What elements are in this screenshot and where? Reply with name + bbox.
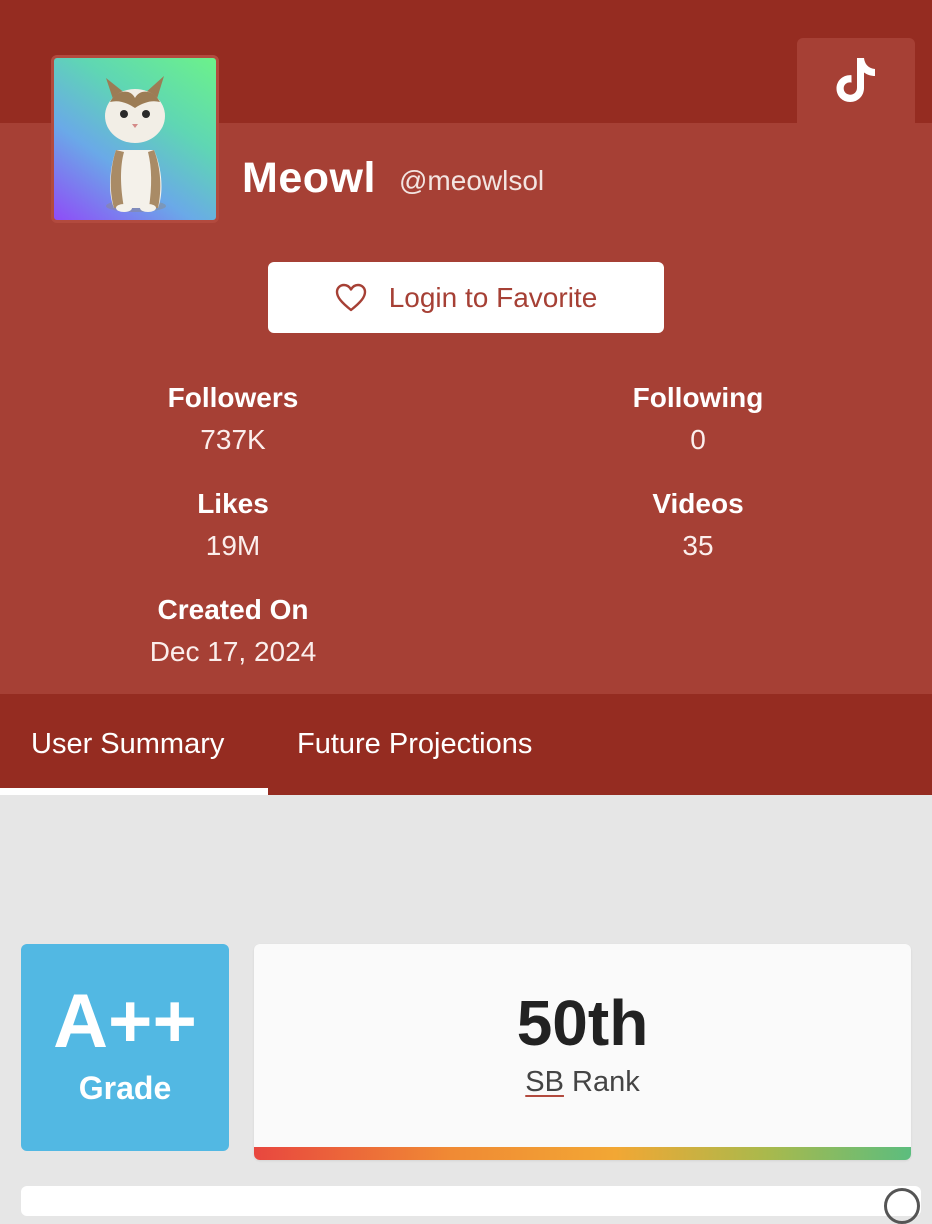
- tab-bar: User Summary Future Projections: [0, 694, 932, 795]
- rank-caption: SB Rank: [254, 1066, 911, 1099]
- likes-stat: Likes 19M: [83, 488, 383, 562]
- rank-value: 50th: [516, 987, 649, 1059]
- following-label: Following: [632, 382, 764, 413]
- login-to-favorite-button[interactable]: Login to Favorite: [268, 262, 664, 333]
- rank-caption-text: Rank: [572, 1066, 640, 1098]
- avatar: [51, 55, 219, 223]
- grade-card: A++ Grade: [21, 944, 229, 1151]
- tab-future-projections-label: Future Projections: [297, 728, 533, 760]
- rank-card: 50th SB Rank: [254, 944, 911, 1160]
- created-on-stat: Created On Dec 17, 2024: [83, 594, 383, 668]
- videos-stat: Videos 35: [548, 488, 848, 562]
- rank-abbr-link[interactable]: SB: [525, 1066, 564, 1098]
- created-on-value: Dec 17, 2024: [149, 636, 317, 667]
- active-tab-indicator: [0, 788, 268, 795]
- platform-tab[interactable]: [797, 38, 915, 123]
- followers-value: 737K: [200, 424, 266, 455]
- tab-user-summary-label: User Summary: [31, 728, 225, 760]
- rank-gradient-bar: [254, 1147, 911, 1160]
- tiktok-icon: [836, 57, 875, 102]
- next-card: [21, 1186, 921, 1216]
- following-value: 0: [690, 424, 706, 455]
- following-stat: Following 0: [548, 382, 848, 456]
- favorite-button-label: Login to Favorite: [388, 281, 598, 313]
- user-handle: @meowlsol: [399, 165, 545, 196]
- tab-user-summary[interactable]: User Summary: [31, 694, 224, 795]
- tab-future-projections[interactable]: Future Projections: [297, 694, 532, 795]
- followers-stat: Followers 737K: [83, 382, 383, 456]
- likes-label: Likes: [197, 488, 269, 519]
- followers-label: Followers: [167, 382, 299, 413]
- info-icon[interactable]: [884, 1188, 920, 1224]
- created-on-label: Created On: [157, 594, 309, 625]
- display-name: Meowl: [242, 154, 376, 202]
- videos-label: Videos: [652, 488, 744, 519]
- heart-icon: [335, 283, 366, 311]
- grade-caption: Grade: [78, 1070, 172, 1106]
- grade-value: A++: [53, 979, 197, 1064]
- cat-avatar: [105, 76, 166, 212]
- videos-value: 35: [682, 530, 714, 561]
- likes-value: 19M: [205, 530, 261, 561]
